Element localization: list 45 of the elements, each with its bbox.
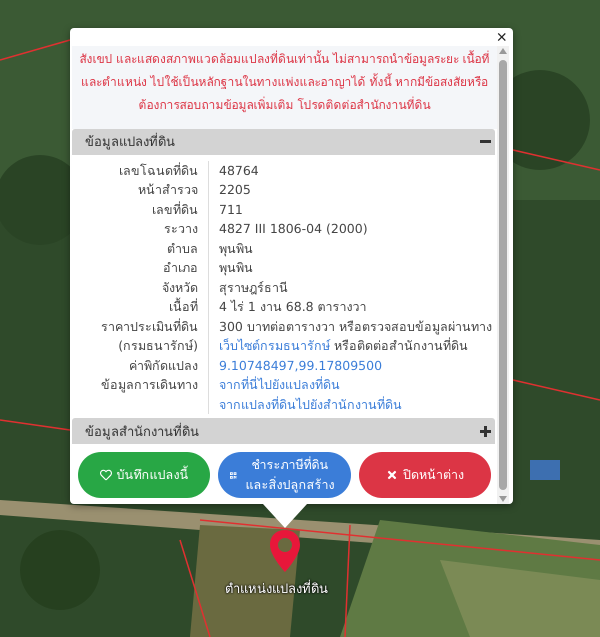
save-button[interactable]: บันทึกแปลงนี้ — [78, 452, 210, 498]
tax-button[interactable]: ชำระภาษีที่ดินและสิ่งปลูกสร้าง — [218, 452, 351, 498]
plus-icon — [480, 426, 491, 437]
field-label: จังหวัด — [72, 278, 209, 298]
field-value: เว็บไซต์กรมธนารักษ์ หรือติดต่อสำนักงานที่ดิน — [218, 336, 469, 356]
field-value: 300 บาทต่อตารางวา หรือตรวจสอบข้อมูลผ่านทาง — [218, 318, 493, 336]
scrollbar[interactable] — [497, 46, 509, 504]
qr-code-icon — [230, 470, 237, 480]
field-value: 4 ไร่ 1 งาน 68.8 ตารางวา — [218, 298, 368, 316]
field-label: เลขโฉนดที่ดิน — [72, 160, 209, 180]
field-label: เลขที่ดิน — [72, 200, 209, 220]
field-link[interactable]: จากแปลงที่ดินไปยังสำนักงานที่ดิน — [219, 396, 402, 412]
field-value: สุราษฎร์ธานี — [218, 278, 289, 298]
field-link[interactable]: จากที่นี่ไปยังแปลงที่ดิน — [219, 377, 340, 392]
map-pin-icon[interactable] — [270, 530, 300, 572]
field-label: ตำบล — [72, 238, 209, 258]
field-value: 48764 — [218, 162, 260, 180]
section-title: ข้อมูลสำนักงานที่ดิน — [85, 422, 199, 442]
heart-icon — [100, 469, 112, 481]
field-label: ข้อมูลการเดินทาง — [72, 375, 209, 395]
field-value: 711 — [218, 200, 244, 219]
field-link[interactable]: 9.10748497,99.17809500 — [219, 358, 382, 373]
marker-label: ตำแหน่งแปลงที่ดิน — [225, 578, 328, 599]
close-button[interactable]: ปิดหน้าต่าง — [358, 452, 491, 498]
close-icon — [386, 469, 398, 481]
field-label: ค่าพิกัดแปลง — [72, 356, 209, 376]
field-value: พุนพิน — [218, 240, 254, 258]
field-label: หน้าสำรวจ — [72, 180, 209, 200]
field-label: ระวาง — [72, 219, 209, 239]
field-label: อำเภอ — [72, 258, 209, 278]
section-title: ข้อมูลแปลงที่ดิน — [85, 131, 175, 152]
field-label: ราคาประเมินที่ดิน — [72, 316, 209, 336]
disclaimer-text: สังเขป และแสดงสภาพแวดล้อมแปลงที่ดินเท่านั้น ไม่สามารถนำข้อมูลระยะ เนื้อที่และตำแหน่ง ไปใช้เป็นหลักฐานในทางแพ่งและอาญาได้ ทั้งนี้ หากมีข้อสงสัยหรือต้องการสอบถามข้อมูลเพิ่มเติม โปรดติดต่อสำนักงานที่ดิน — [72, 46, 497, 129]
field-value: พุนพิน — [218, 259, 254, 278]
scroll-down-icon[interactable] — [499, 496, 507, 502]
section-header[interactable]: ข้อมูลแปลงที่ดิน — [72, 129, 495, 155]
field-label: (กรมธนารักษ์) — [72, 336, 209, 356]
section-header[interactable]: ข้อมูลสำนักงานที่ดิน — [72, 418, 495, 444]
field-value: 4827 III 1806-04 (2000) — [218, 220, 369, 238]
close-button[interactable]: × — [494, 28, 509, 46]
field-label: เนื้อที่ — [72, 297, 209, 317]
scrollbar-thumb[interactable] — [499, 60, 507, 490]
field-value: 2205 — [218, 181, 252, 200]
field-link[interactable]: เว็บไซต์กรมธนารักษ์ — [219, 338, 330, 354]
scroll-up-icon[interactable] — [499, 48, 507, 54]
